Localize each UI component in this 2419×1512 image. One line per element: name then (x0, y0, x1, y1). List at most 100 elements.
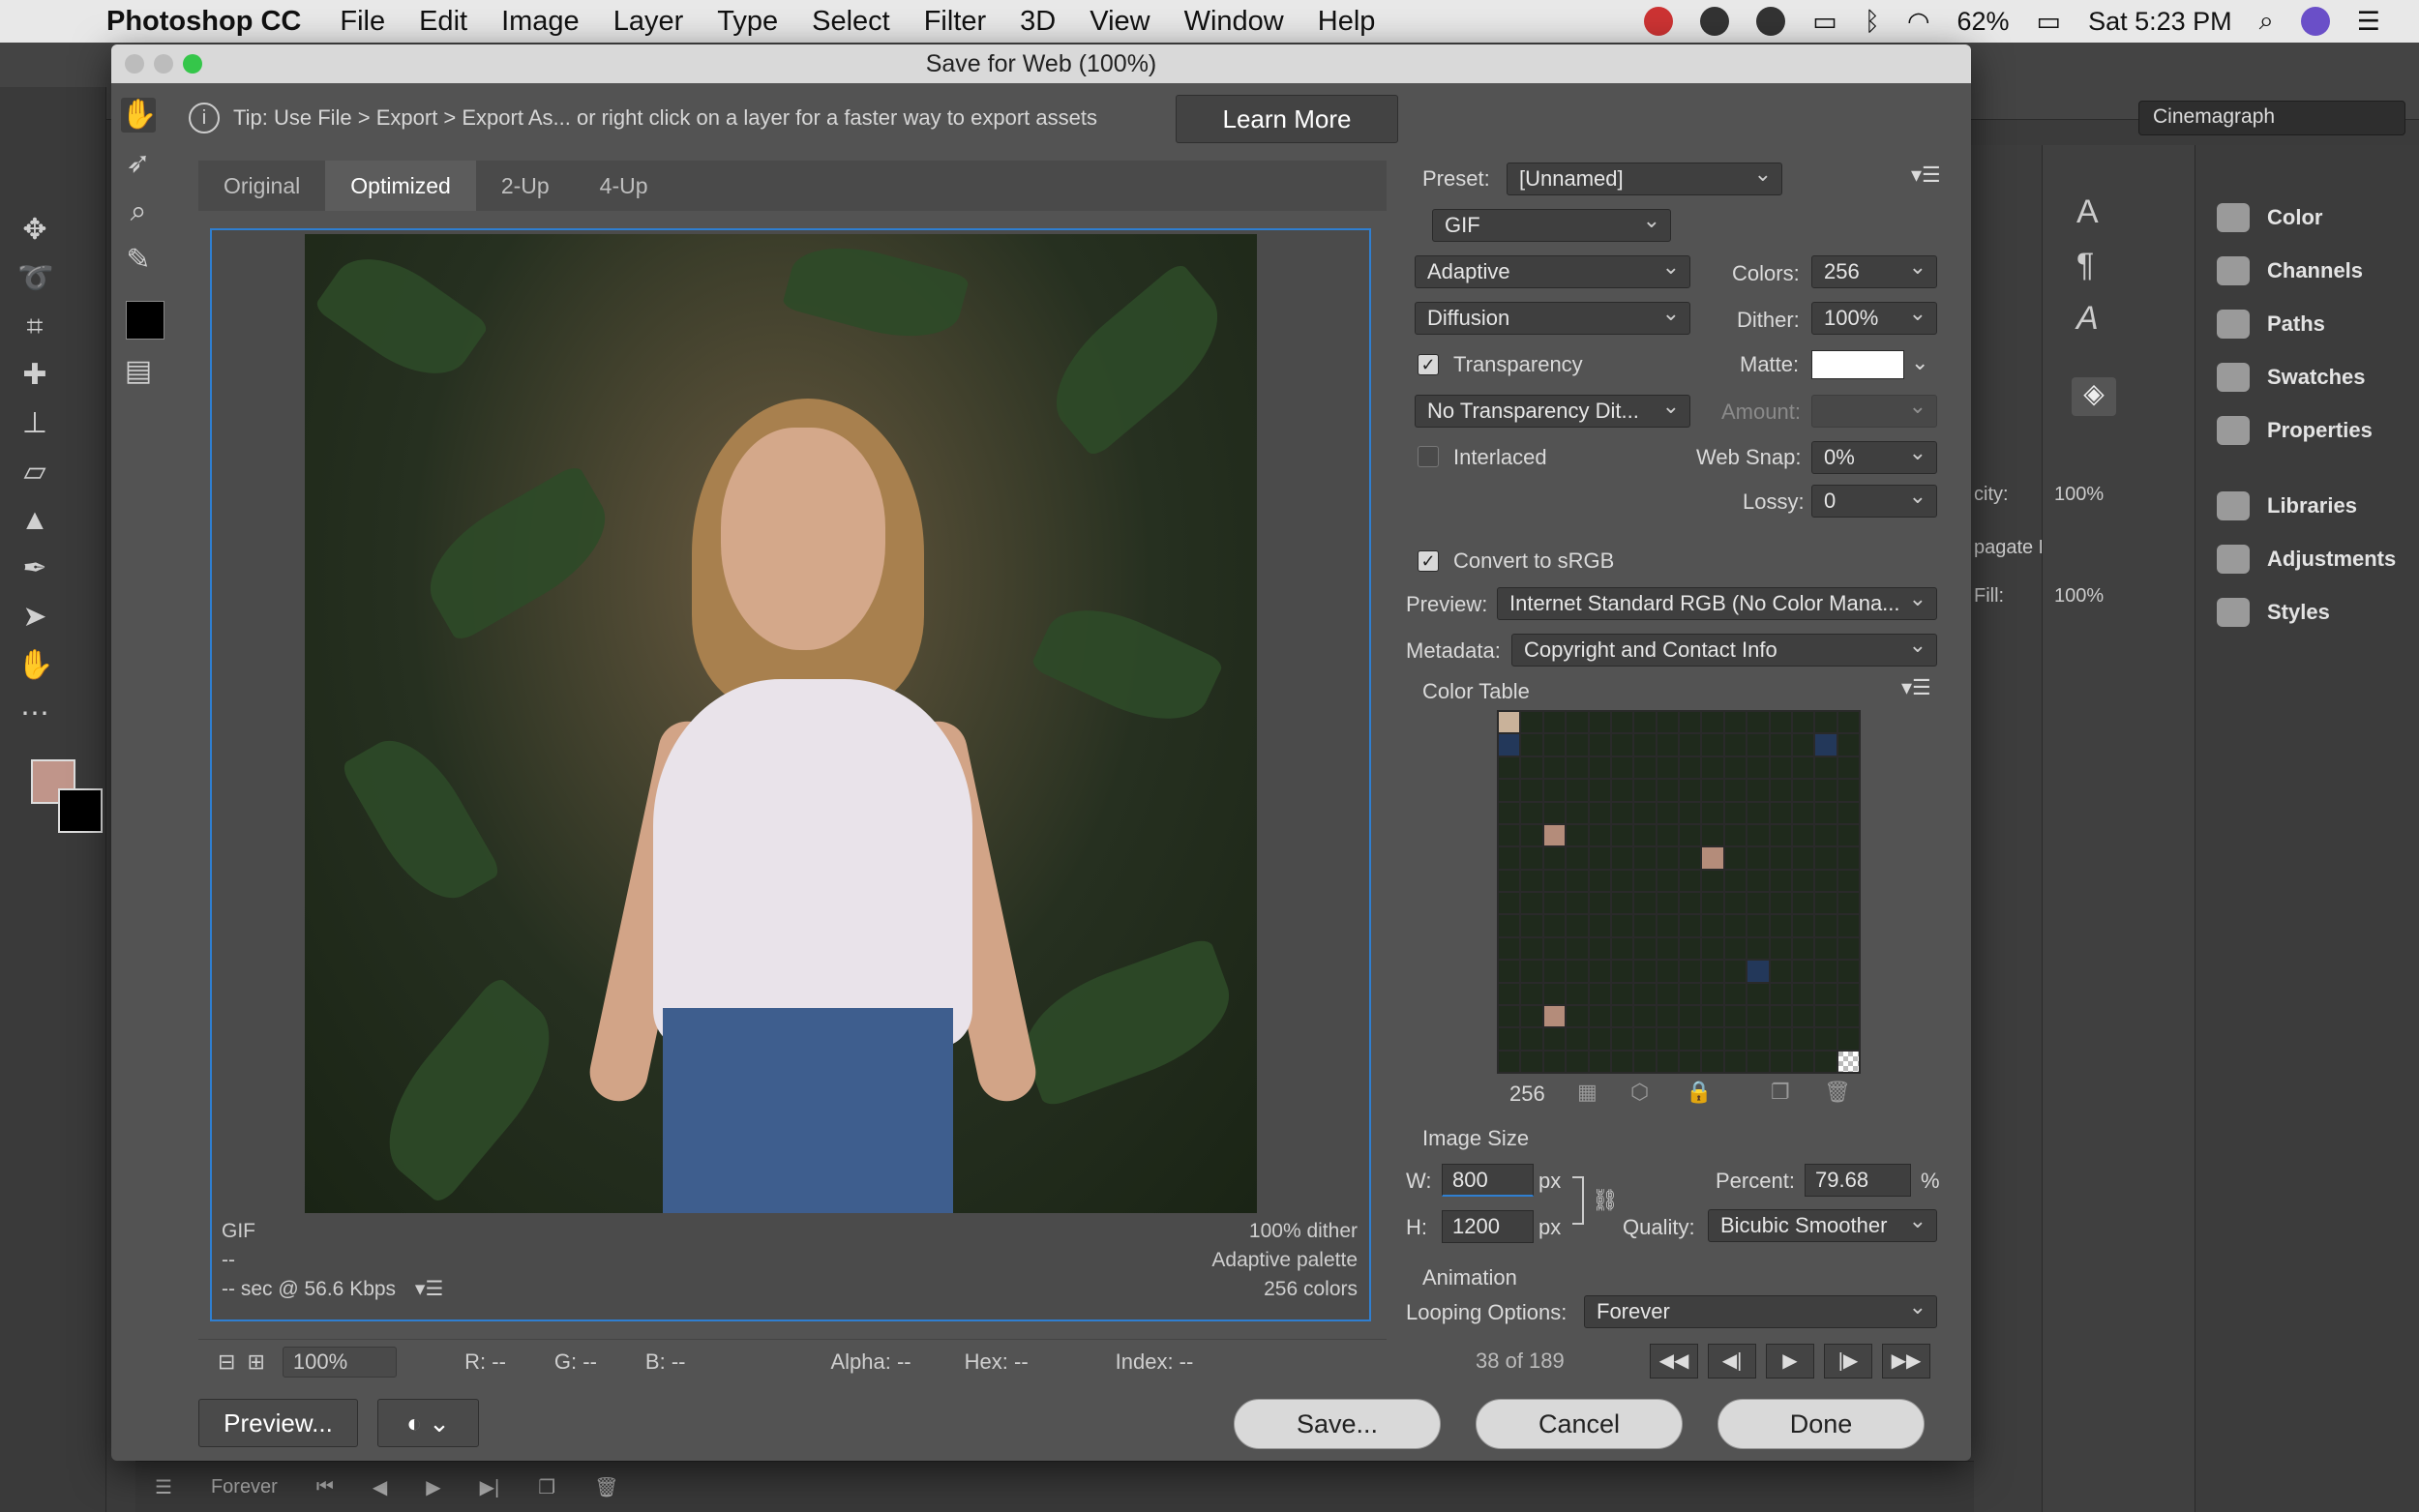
color-swatch[interactable] (1724, 847, 1747, 869)
color-swatch[interactable] (1680, 961, 1701, 982)
color-swatch[interactable] (1815, 983, 1837, 1004)
tab-optimized[interactable]: Optimized (325, 161, 476, 211)
color-swatch[interactable] (1657, 734, 1678, 756)
color-swatch[interactable] (1837, 824, 1859, 846)
workspace-switcher[interactable]: Cinemagraph (2138, 101, 2405, 135)
color-swatch[interactable] (1499, 712, 1520, 733)
color-swatch[interactable] (1657, 824, 1678, 846)
color-swatch[interactable] (1543, 734, 1566, 756)
interlaced-checkbox[interactable] (1418, 446, 1439, 467)
color-swatch[interactable] (1837, 756, 1859, 779)
looping-options-select[interactable]: Forever (1584, 1295, 1937, 1328)
color-swatch[interactable] (1567, 983, 1588, 1004)
color-swatch[interactable] (1543, 870, 1566, 891)
optimized-preview[interactable]: GIF -- -- sec @ 56.6 Kbps ▾☰ 100% dither… (210, 228, 1371, 1321)
trash-icon[interactable]: 🗑 (594, 1475, 618, 1499)
menu-layer[interactable]: Layer (613, 6, 684, 38)
color-swatch[interactable] (1589, 983, 1610, 1004)
zoom-tool-icon[interactable]: ⌕ (121, 194, 156, 229)
color-swatch[interactable] (1792, 734, 1814, 756)
color-swatch[interactable] (1567, 712, 1588, 733)
color-swatch[interactable] (1747, 915, 1769, 936)
blur-tool-icon[interactable]: ▲ (17, 503, 52, 538)
color-swatch[interactable] (1724, 734, 1747, 756)
color-swatch[interactable] (1815, 802, 1837, 823)
color-swatch[interactable] (1589, 1028, 1610, 1050)
color-swatch[interactable] (1747, 961, 1769, 982)
color-swatch[interactable] (1724, 1051, 1747, 1072)
color-swatch[interactable] (1680, 915, 1701, 936)
color-swatch[interactable] (1680, 1028, 1701, 1050)
color-swatch[interactable] (1792, 937, 1814, 960)
color-swatch[interactable] (1634, 824, 1656, 846)
color-swatch[interactable] (1792, 802, 1814, 823)
color-swatch[interactable] (1747, 1051, 1769, 1072)
color-swatch[interactable] (1611, 1051, 1633, 1072)
color-swatch[interactable] (1724, 756, 1747, 779)
color-swatch[interactable] (1680, 937, 1701, 960)
color-swatch[interactable] (1657, 937, 1678, 960)
menu-window[interactable]: Window (1184, 6, 1284, 38)
tab-2-up[interactable]: 2-Up (476, 161, 575, 211)
color-preview-select[interactable]: Internet Standard RGB (No Color Mana... (1497, 587, 1937, 620)
color-swatch[interactable] (1837, 712, 1859, 733)
color-swatch[interactable] (1680, 1051, 1701, 1072)
color-swatch[interactable] (1589, 915, 1610, 936)
menu-help[interactable]: Help (1318, 6, 1376, 38)
more-tools-icon[interactable]: ⋯ (17, 697, 52, 731)
color-swatch[interactable] (1837, 870, 1859, 891)
width-input[interactable]: 800 (1442, 1164, 1534, 1197)
color-swatch[interactable] (1657, 1051, 1678, 1072)
color-swatch[interactable] (1815, 893, 1837, 914)
color-swatch[interactable] (1747, 756, 1769, 779)
paragraph-panel-icon[interactable]: ¶ (2076, 247, 2094, 284)
color-swatch[interactable] (1747, 893, 1769, 914)
color-swatch[interactable] (1770, 870, 1791, 891)
color-swatch[interactable] (1521, 756, 1542, 779)
color-swatch[interactable] (1837, 802, 1859, 823)
color-swatch[interactable] (1837, 937, 1859, 960)
color-swatch[interactable] (1680, 824, 1701, 846)
color-swatch[interactable] (1543, 1051, 1566, 1072)
color-swatch[interactable] (1792, 847, 1814, 869)
color-swatch[interactable] (1837, 780, 1859, 801)
color-swatch[interactable] (1543, 1005, 1566, 1027)
color-swatch[interactable] (1724, 1028, 1747, 1050)
color-swatch[interactable] (1567, 961, 1588, 982)
transparency-dither-select[interactable]: No Transparency Dit... (1415, 395, 1690, 428)
character-panel-icon[interactable]: A (2076, 193, 2099, 231)
color-swatch[interactable] (1589, 712, 1610, 733)
color-table-menu-icon[interactable]: ▾☰ (1901, 675, 1931, 700)
color-swatch[interactable] (1792, 1005, 1814, 1027)
color-swatch[interactable] (1543, 756, 1566, 779)
color-swatch[interactable] (1567, 937, 1588, 960)
color-swatch[interactable] (1747, 870, 1769, 891)
color-swatch[interactable] (1499, 734, 1520, 756)
color-swatch[interactable] (1770, 824, 1791, 846)
color-swatch[interactable] (1567, 893, 1588, 914)
color-swatch[interactable] (1499, 961, 1520, 982)
color-swatch[interactable] (1499, 756, 1520, 779)
color-reduction-select[interactable]: Adaptive (1415, 255, 1690, 288)
color-swatch[interactable] (1724, 870, 1747, 891)
web-snap-select[interactable]: 0% (1811, 441, 1937, 474)
color-swatch[interactable] (1792, 983, 1814, 1004)
color-swatch[interactable] (1521, 1051, 1542, 1072)
timeline-menu-icon[interactable]: ☰ (155, 1475, 172, 1499)
color-table-grid[interactable] (1497, 710, 1861, 1074)
color-swatch[interactable] (1634, 1028, 1656, 1050)
dither-amount-select[interactable]: 100% (1811, 302, 1937, 335)
color-swatch[interactable] (1589, 1051, 1610, 1072)
color-swatch[interactable] (1792, 1051, 1814, 1072)
color-swatch[interactable] (1770, 937, 1791, 960)
clock[interactable]: Sat 5:23 PM (2088, 7, 2232, 37)
move-tool-icon[interactable]: ✥ (17, 213, 52, 248)
prev-frame-icon[interactable]: ◀ (373, 1475, 387, 1499)
color-swatch[interactable] (1815, 915, 1837, 936)
menu-file[interactable]: File (340, 6, 385, 38)
download-speed-menu-icon[interactable]: ▾☰ (415, 1278, 443, 1300)
battery-label[interactable]: 62% (1957, 7, 2010, 37)
color-swatch[interactable] (1634, 870, 1656, 891)
zoom-window-button[interactable] (183, 54, 202, 74)
color-swatch[interactable] (1499, 780, 1520, 801)
